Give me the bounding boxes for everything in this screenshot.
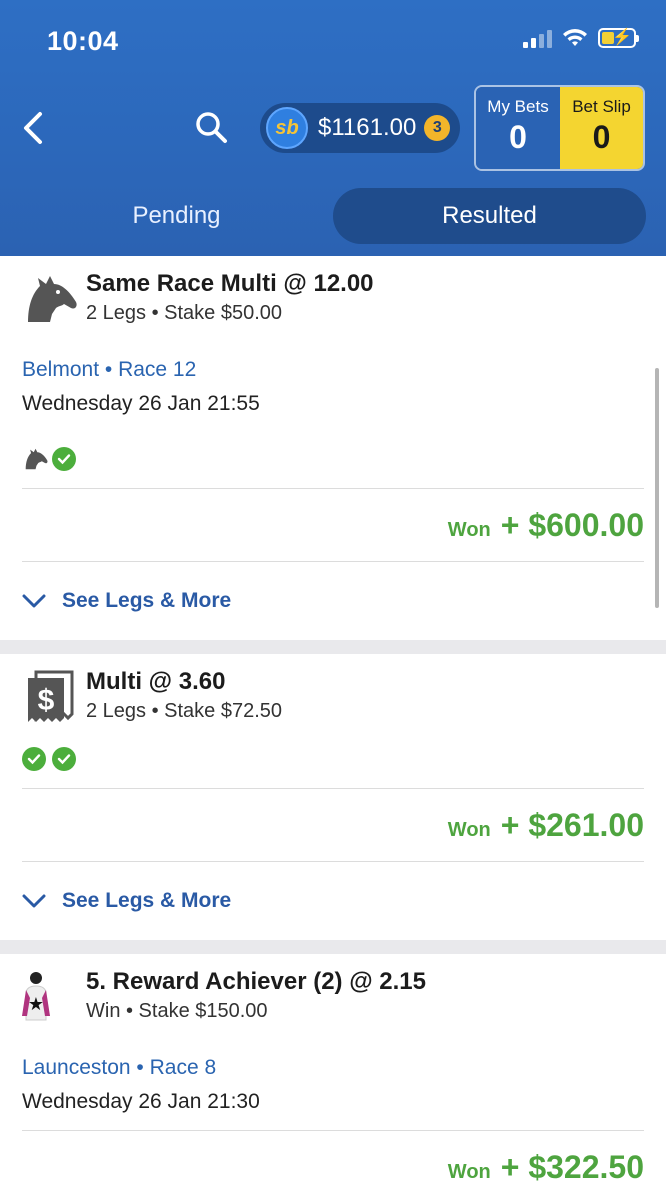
bet-card[interactable]: ★ 5. Reward Achiever (2) @ 2.15 Win • St… [0, 954, 666, 1200]
app-header: 10:04 ⚡ sb $1161.00 3 My Bets 0 Bet Slip… [0, 0, 666, 256]
bet-subtitle: 2 Legs • Stake $72.50 [86, 700, 283, 722]
scrollbar[interactable] [655, 368, 659, 608]
bet-card[interactable]: $ Multi @ 3.60 2 Legs • Stake $72.50 Won… [0, 654, 666, 940]
venue-name: Launceston [22, 1056, 131, 1079]
search-button[interactable] [192, 108, 232, 148]
sportsbet-logo: sb [266, 107, 308, 149]
horse-icon [28, 276, 77, 322]
check-icon [52, 747, 76, 771]
see-legs-label: See Legs & More [62, 589, 232, 612]
my-bets-count: 0 [509, 119, 527, 155]
check-icon [52, 447, 76, 471]
leg-status-icons [0, 446, 666, 472]
bet-title: 5. Reward Achiever (2) @ 2.15 [86, 968, 426, 995]
status-time: 10:04 [47, 26, 119, 56]
horse-leg-icon [25, 448, 48, 470]
card-separator [0, 640, 666, 654]
race-date: Wednesday 26 Jan 21:30 [22, 1090, 260, 1113]
see-legs-button[interactable]: See Legs & More [0, 562, 666, 640]
balance-badge: 3 [424, 115, 451, 141]
bet-card[interactable]: Same Race Multi @ 12.00 2 Legs • Stake $… [0, 256, 666, 640]
race-link[interactable]: Belmont • Race 12 [0, 358, 666, 382]
check-icon [22, 747, 46, 771]
jockey-silks-icon: ★ [22, 972, 50, 1021]
card-separator [0, 940, 666, 954]
venue-name: Belmont [22, 358, 100, 381]
result-amount: + $322.50 [500, 1149, 644, 1185]
bet-result: Won + $261.00 [0, 789, 666, 861]
tab-resulted[interactable]: Resulted [333, 188, 646, 244]
race-number: Race 8 [149, 1056, 217, 1079]
chevron-down-icon [22, 894, 46, 908]
result-amount: + $600.00 [500, 507, 644, 543]
signal-icon [523, 28, 552, 48]
chevron-down-icon [22, 594, 46, 608]
race-link[interactable]: Launceston • Race 8 [0, 1056, 666, 1080]
bet-subtitle: Win • Stake $150.00 [86, 1000, 268, 1022]
svg-text:$: $ [38, 684, 55, 717]
my-bets-label: My Bets [487, 97, 549, 116]
svg-text:★: ★ [28, 994, 44, 1015]
race-date: Wednesday 26 Jan 21:55 [22, 392, 260, 415]
leg-status-icons [0, 746, 666, 772]
see-legs-label: See Legs & More [62, 889, 232, 912]
see-legs-button[interactable]: See Legs & More [0, 862, 666, 940]
result-label: Won [447, 819, 491, 841]
account-balance-button[interactable]: sb $1161.00 3 [260, 103, 460, 153]
multi-ticket-icon: $ [28, 670, 74, 722]
search-icon [196, 112, 227, 143]
result-amount: + $261.00 [500, 807, 644, 843]
bet-slip-button[interactable]: Bet Slip 0 [560, 87, 643, 169]
bet-subtitle: 2 Legs • Stake $50.00 [86, 302, 283, 324]
battery-icon: ⚡ [598, 28, 639, 48]
chevron-left-icon [24, 112, 42, 144]
my-bets-button[interactable]: My Bets 0 [476, 87, 560, 169]
bet-list: Same Race Multi @ 12.00 2 Legs • Stake $… [0, 256, 666, 1200]
balance-amount: $1161.00 [318, 114, 417, 141]
bet-result: Won + $322.50 [0, 1131, 666, 1200]
bet-title: Multi @ 3.60 [86, 668, 226, 695]
bet-result: Won + $600.00 [0, 489, 666, 561]
status-indicators: ⚡ [523, 28, 639, 48]
bet-status-tabs: Pending Resulted [20, 188, 646, 244]
back-button[interactable] [14, 106, 54, 150]
bet-slip-label: Bet Slip [572, 97, 631, 116]
result-label: Won [447, 519, 491, 541]
result-label: Won [447, 1161, 491, 1183]
race-number: Race 12 [118, 358, 197, 381]
tab-pending[interactable]: Pending [20, 188, 333, 244]
bet-slip-count: 0 [592, 119, 611, 155]
bet-title: Same Race Multi @ 12.00 [86, 270, 374, 297]
bets-toggle: My Bets 0 Bet Slip 0 [474, 85, 645, 171]
wifi-icon [563, 29, 587, 46]
